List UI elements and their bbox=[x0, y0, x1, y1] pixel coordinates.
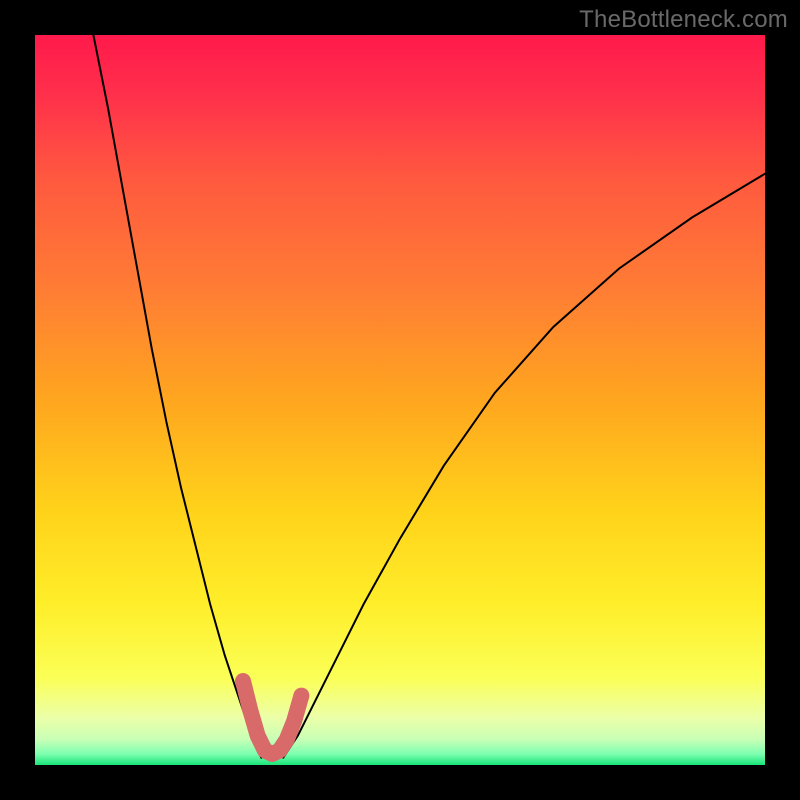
watermark-text: TheBottleneck.com bbox=[579, 6, 788, 34]
chart-plot-area bbox=[35, 35, 765, 765]
chart-frame: TheBottleneck.com bbox=[0, 0, 800, 800]
gradient-background bbox=[35, 35, 765, 765]
